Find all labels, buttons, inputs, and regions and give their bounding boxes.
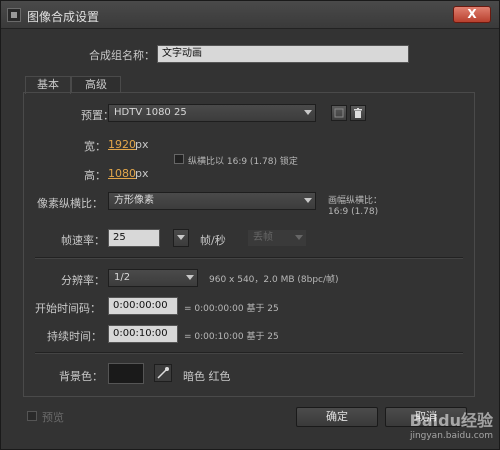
height-unit: px	[135, 167, 149, 180]
title-bar: 图像合成设置 X	[1, 1, 499, 29]
resolution-label: 分辨率：	[61, 274, 105, 287]
preset-value: HDTV 1080 25	[114, 107, 187, 118]
height-label: 高：	[84, 169, 106, 182]
tab-advanced[interactable]: 高级	[71, 76, 121, 93]
chevron-down-icon	[186, 275, 194, 280]
watermark-brand: Baidu经验	[409, 411, 493, 430]
separator	[35, 257, 463, 259]
separator	[35, 352, 463, 354]
start-timecode-info: = 0:00:00:00 基于 25	[184, 304, 279, 314]
width-value[interactable]: 1920	[108, 138, 136, 151]
pixel-aspect-select[interactable]: 方形像素	[108, 192, 316, 210]
drop-frame-select: 丢帧	[247, 229, 307, 247]
resolution-select[interactable]: 1/2	[108, 269, 198, 287]
comp-name-label: 合成组名称：	[89, 49, 155, 62]
drop-frame-value: 丢帧	[253, 232, 273, 243]
app-icon	[7, 8, 21, 22]
frame-rate-label: 帧速率：	[61, 234, 105, 247]
frame-rate-dropdown[interactable]	[173, 229, 189, 247]
chevron-down-icon	[177, 235, 185, 240]
chevron-down-icon	[304, 110, 312, 115]
background-color-swatch[interactable]	[108, 363, 144, 384]
duration-input[interactable]: 0:00:10:00	[108, 325, 178, 343]
frame-aspect-label: 画幅纵横比：	[328, 196, 383, 206]
close-button[interactable]: X	[453, 6, 491, 23]
frame-rate-input[interactable]: 25	[108, 229, 160, 247]
width-unit: px	[135, 138, 149, 151]
ok-button[interactable]: 确定	[296, 407, 378, 427]
width-label: 宽：	[84, 140, 106, 153]
comp-name-input[interactable]: 文字动画	[157, 45, 409, 63]
start-timecode-label: 开始时间码：	[35, 302, 101, 315]
start-timecode-input[interactable]: 0:00:00:00	[108, 297, 178, 315]
preset-select[interactable]: HDTV 1080 25	[108, 104, 316, 122]
pixel-aspect-value: 方形像素	[114, 195, 154, 206]
frame-aspect-value: 16:9 (1.78)	[328, 207, 379, 217]
window-title: 图像合成设置	[27, 10, 100, 24]
preview-checkbox[interactable]	[27, 411, 37, 421]
trash-icon[interactable]	[350, 105, 366, 121]
composition-settings-dialog: 图像合成设置 X 合成组名称： 文字动画 基本 高级 预置： HDTV 1080…	[0, 0, 500, 450]
aspect-lock-checkbox[interactable]	[174, 154, 184, 164]
height-value[interactable]: 1080	[108, 167, 136, 180]
watermark-url: jingyan.baidu.com	[409, 431, 493, 441]
pixel-aspect-label: 像素纵横比：	[37, 197, 103, 210]
chevron-down-icon	[295, 235, 303, 240]
aspect-lock-label: 纵横比以 16:9 (1.78) 锁定	[188, 157, 298, 167]
frame-rate-unit: 帧/秒	[200, 234, 226, 247]
duration-info: = 0:00:10:00 基于 25	[184, 332, 279, 342]
resolution-info: 960 x 540，2.0 MB (8bpc/帧)	[209, 275, 339, 285]
watermark: Baidu经验 jingyan.baidu.com	[410, 407, 493, 441]
eyedropper-icon[interactable]	[154, 364, 172, 382]
background-color-label: 背景色：	[59, 370, 103, 383]
background-color-name: 暗色 红色	[183, 370, 231, 383]
preview-label: 预览	[42, 411, 64, 424]
duration-label: 持续时间：	[47, 330, 102, 343]
resolution-value: 1/2	[114, 272, 131, 283]
save-preset-icon[interactable]	[331, 105, 347, 121]
chevron-down-icon	[304, 198, 312, 203]
